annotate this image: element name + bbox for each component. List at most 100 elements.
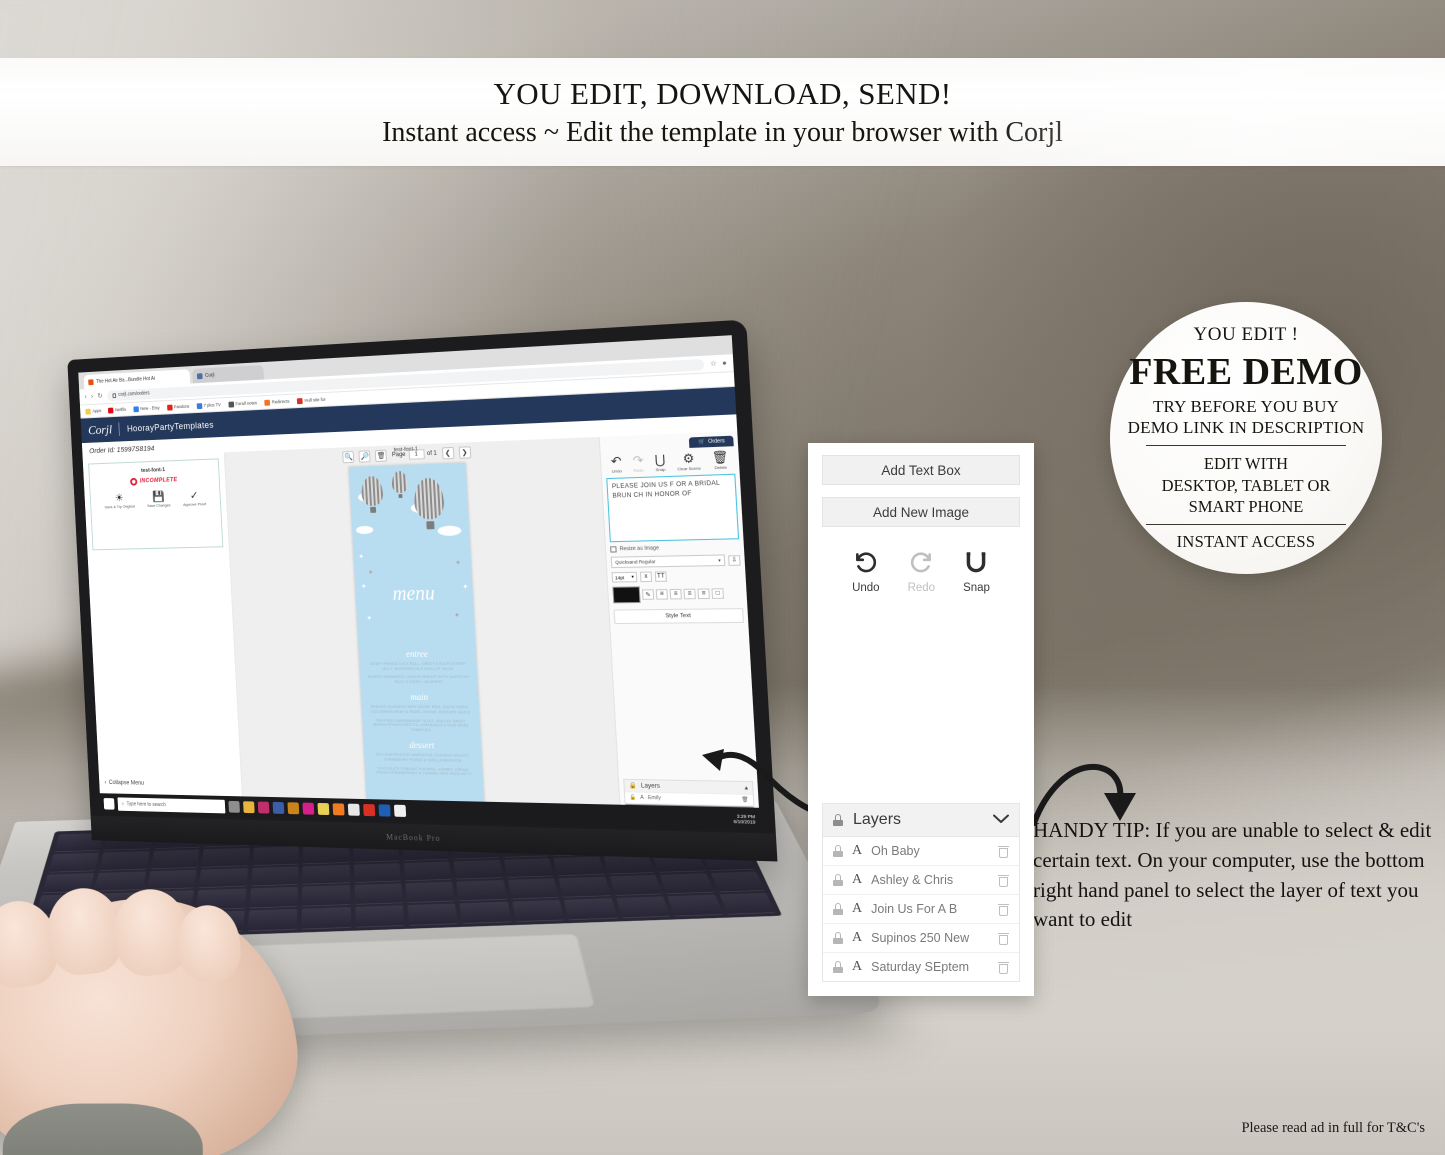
template-name: test-font-1 (141, 467, 166, 474)
back-icon[interactable]: ‹ (85, 393, 87, 400)
bookmark-item[interactable]: Apps (85, 408, 101, 415)
snap-button[interactable]: Snap (963, 549, 990, 594)
layers-panel-header[interactable]: Layers (823, 804, 1019, 837)
align-right-icon[interactable]: ≡ (697, 588, 710, 600)
banner-light-sheen (985, 58, 1445, 166)
line-height-icon[interactable]: ≡ (655, 589, 669, 600)
taskbar-app-icon[interactable] (378, 804, 391, 817)
taskview-icon[interactable] (228, 800, 240, 813)
unlock-icon[interactable] (833, 903, 843, 915)
template-thumbnail-card[interactable]: test-font-1 INCOMPLETE ☀ Save & Try Orig… (88, 458, 224, 551)
text-editor-field[interactable]: PLEASE JOIN US F OR A BRIDAL BRUN CH IN … (606, 473, 740, 543)
taskbar-app-icon[interactable] (393, 804, 407, 817)
redo-button[interactable]: Redo (908, 549, 935, 594)
profile-icon[interactable]: ● (722, 359, 727, 367)
taskbar-app-icon[interactable] (272, 801, 285, 814)
unlock-icon[interactable] (833, 845, 843, 857)
design-canvas[interactable]: ✦ ✦ ✦ ✦ ✦ ✦ ✦ menu entree CRISPY PEKING … (348, 462, 485, 807)
clear-scene-button[interactable]: ⚙ Clear Scene (676, 451, 701, 472)
unlock-icon[interactable] (833, 874, 843, 886)
unlock-icon[interactable] (833, 932, 843, 944)
unlock-icon[interactable] (833, 961, 843, 973)
add-new-image-button[interactable]: Add New Image (822, 497, 1020, 527)
approve-proof-button[interactable]: ✓ Approve Proof (182, 490, 206, 508)
align-left-icon[interactable]: ≡ (669, 588, 682, 600)
layer-row[interactable]: A Supinos 250 New (823, 924, 1019, 953)
bookmark-item[interactable]: Redirects (264, 398, 290, 406)
trash-icon[interactable] (998, 845, 1009, 858)
undo-icon (853, 549, 879, 579)
orders-tab[interactable]: 🛒 Orders (689, 435, 734, 448)
undo-redo-snap-toolbar: Undo Redo Snap (808, 549, 1034, 594)
font-size-select[interactable]: 14pt ▾ (611, 571, 638, 583)
unlock-icon: 🔓 (629, 794, 637, 801)
taskbar-app-icon[interactable] (302, 802, 315, 815)
editor-canvas-column: test-font-1 🔍 🔎 🗑 Page of 1 ❮ (224, 436, 621, 831)
font-upload-icon[interactable]: ⇩ (727, 554, 741, 566)
undo-button[interactable]: ↶ Undo (611, 454, 623, 474)
chrome-icon[interactable] (363, 803, 376, 817)
zoom-out-icon[interactable]: 🔎 (358, 450, 372, 463)
resize-as-image-checkbox[interactable]: Resize as Image (610, 543, 740, 553)
layer-row[interactable]: A Ashley & Chris (823, 866, 1019, 895)
bold-icon[interactable]: x (639, 571, 653, 583)
star-icon[interactable]: ☆ (710, 359, 717, 368)
hot-air-balloon-icon (360, 475, 384, 516)
layer-row[interactable]: A Join Us For A B (823, 895, 1019, 924)
collapse-menu-label: Collapse Menu (108, 780, 145, 787)
redo-button[interactable]: ↷ Redo (632, 453, 644, 473)
save-original-button[interactable]: ☀ Save & Try Original (104, 493, 135, 510)
trash-icon[interactable]: 🗑 (375, 449, 388, 463)
align-center-icon[interactable]: ≡ (683, 588, 696, 600)
next-page-icon[interactable]: ❯ (458, 446, 471, 459)
style-text-label: Style Text (665, 612, 691, 620)
snap-button[interactable]: ⋃ Snap (654, 452, 666, 472)
bookmark-item[interactable]: 7 plus TV (196, 402, 221, 409)
thumbnail-actions: ☀ Save & Try Original 💾 Save Changes ✓ A… (104, 490, 206, 510)
delete-button[interactable]: 🗑 Delete (712, 450, 730, 471)
layer-name: Join Us For A B (871, 902, 958, 916)
style-text-section[interactable]: Style Text (613, 608, 744, 625)
taskbar-search-input[interactable]: ○ Type here to search (117, 797, 226, 814)
cloud-shape (355, 525, 374, 535)
text-layer-icon: A (852, 872, 863, 887)
badge-headline: FREE DEMO (1129, 350, 1363, 393)
hot-air-balloon-icon (391, 470, 409, 501)
layer-name: Saturday SEptem (871, 960, 970, 974)
bookmark-item[interactable]: Netflix (108, 406, 126, 414)
chevron-down-icon: ▾ (631, 573, 634, 580)
trash-icon[interactable] (998, 874, 1009, 887)
chevron-down-icon[interactable] (993, 811, 1009, 829)
bookmark-item[interactable]: Pandora (166, 403, 190, 411)
save-changes-button[interactable]: 💾 Save Changes (147, 491, 171, 508)
color-swatch[interactable] (612, 586, 641, 604)
badge-sub2: DEMO LINK IN DESCRIPTION (1127, 417, 1365, 437)
taskbar-app-icon[interactable] (243, 801, 255, 814)
collapse-menu-button[interactable]: ‹ Collapse Menu (104, 780, 144, 787)
eyedropper-icon[interactable]: ✎ (641, 589, 655, 600)
taskbar-app-icon[interactable] (347, 803, 360, 816)
layer-row[interactable]: A Oh Baby (823, 837, 1019, 866)
taskbar-app-icon[interactable] (287, 802, 300, 815)
prev-page-icon[interactable]: ❮ (441, 446, 454, 460)
taskbar-app-icon[interactable] (317, 802, 330, 816)
trash-icon[interactable] (998, 961, 1009, 974)
add-text-box-button[interactable]: Add Text Box (822, 455, 1020, 485)
taskbar-app-icon[interactable] (332, 803, 345, 816)
taskbar-app-icon[interactable] (257, 801, 270, 814)
bookmark-item[interactable]: Forall notes (227, 400, 257, 408)
undo-button[interactable]: Undo (852, 549, 880, 594)
text-box-icon[interactable]: □ (711, 588, 724, 599)
bookmark-item[interactable]: New - Etsy (133, 405, 160, 412)
reload-icon[interactable]: ↻ (97, 392, 102, 400)
windows-start-icon[interactable] (103, 798, 115, 810)
bookmark-item[interactable]: Hull site for (296, 396, 326, 404)
laptop-lid: The Hot Air Ba...Bundle Hot Ai Corjl ‹ ›… (67, 319, 778, 862)
trash-icon[interactable] (998, 903, 1009, 916)
layer-row[interactable]: A Saturday SEptem (823, 953, 1019, 981)
snap-label: Snap (963, 582, 990, 594)
font-family-select[interactable]: Quicksand Regular ▾ (610, 554, 726, 569)
trash-icon[interactable] (998, 932, 1009, 945)
forward-icon[interactable]: › (91, 393, 93, 400)
zoom-in-icon[interactable]: 🔍 (342, 450, 355, 464)
